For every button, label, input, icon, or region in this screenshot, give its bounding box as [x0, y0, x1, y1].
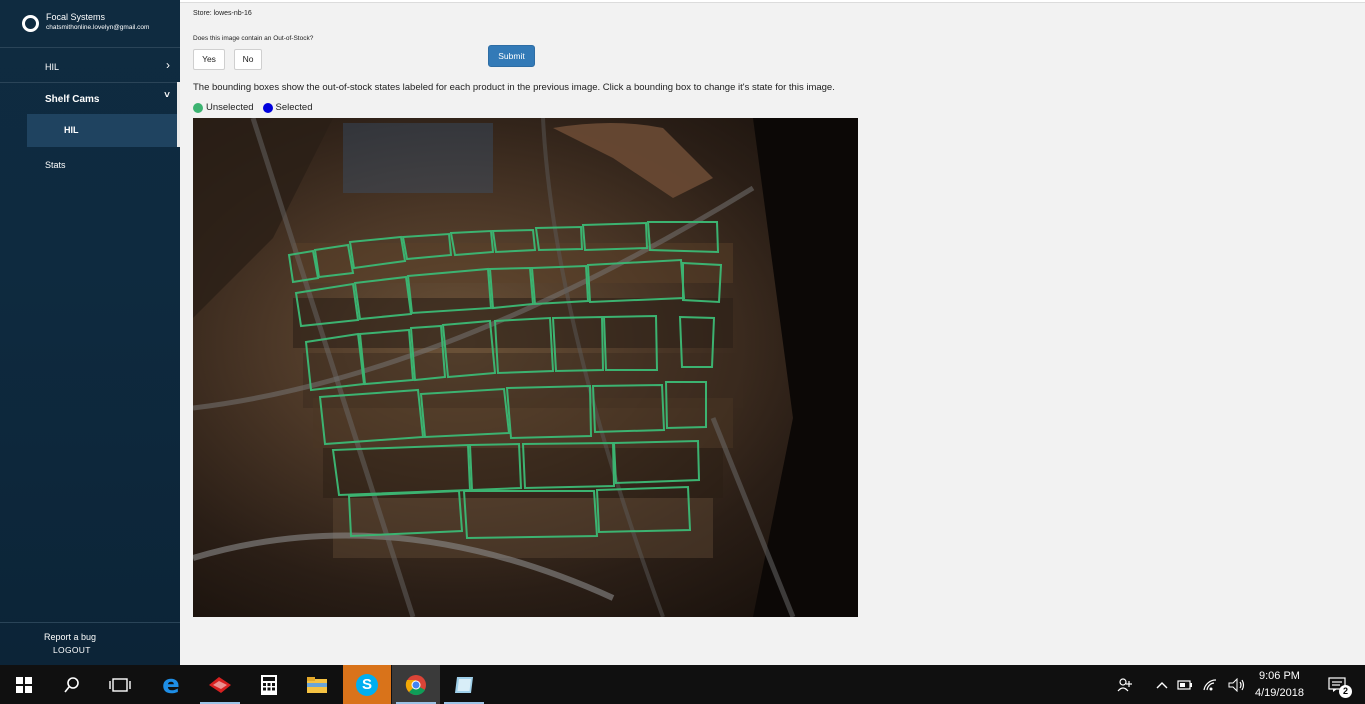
notification-icon[interactable]: 2: [1317, 665, 1357, 704]
shelf-image-canvas: [193, 118, 858, 617]
wifi-icon[interactable]: [1199, 665, 1221, 704]
task-view-icon[interactable]: [96, 665, 144, 704]
no-button[interactable]: No: [234, 49, 262, 70]
logout-link[interactable]: LOGOUT: [53, 645, 91, 655]
taskbar: e S 9:06 PM 4/19/2018 2: [0, 665, 1365, 704]
brand-name: Focal Systems: [46, 12, 106, 22]
sidebar-item-stats[interactable]: Stats: [0, 159, 180, 179]
notification-count: 2: [1339, 685, 1352, 698]
edge-icon[interactable]: e: [147, 665, 195, 704]
focal-logo-icon: [22, 15, 39, 32]
legend-selected-label: Selected: [275, 102, 313, 113]
sidebar-item-hil[interactable]: HIL ›: [0, 57, 180, 77]
sidebar-item-label: HIL: [64, 125, 79, 135]
legend: Unselected Selected: [193, 102, 313, 113]
chrome-icon[interactable]: [392, 665, 440, 704]
sidebar-subitem-hil[interactable]: HIL: [27, 114, 177, 147]
sidebar-item-shelf-cams[interactable]: Shelf Cams ˅: [0, 90, 180, 110]
shelf-image: [193, 118, 858, 617]
selected-dot-icon: [262, 102, 273, 113]
chevron-down-icon: ˅: [164, 90, 170, 101]
brand: Focal Systems chatsmithonline.lovelyn@gm…: [22, 12, 149, 32]
yes-button[interactable]: Yes: [193, 49, 225, 70]
question-label: Does this image contain an Out-of-Stock?: [193, 35, 314, 42]
sidebar-item-label: Shelf Cams: [45, 94, 100, 105]
report-bug-link[interactable]: Report a bug: [44, 632, 96, 642]
skype-icon[interactable]: S: [343, 665, 391, 704]
people-icon[interactable]: [1105, 665, 1145, 704]
clock-time[interactable]: 9:06 PM: [1259, 670, 1300, 682]
chevron-up-icon[interactable]: [1150, 665, 1174, 704]
windows-start-icon[interactable]: [0, 665, 48, 704]
clock-date[interactable]: 4/19/2018: [1255, 687, 1304, 699]
sidebar-item-label: HIL: [45, 62, 60, 72]
file-explorer-icon[interactable]: [293, 665, 341, 704]
submit-button[interactable]: Submit: [488, 45, 535, 67]
unselected-dot-icon: [193, 102, 203, 113]
sidebar-divider: [0, 47, 180, 48]
chevron-right-icon: ›: [166, 58, 170, 72]
instructions-text: The bounding boxes show the out-of-stock…: [193, 82, 835, 93]
calculator-icon[interactable]: [245, 665, 293, 704]
volume-icon[interactable]: [1225, 665, 1249, 704]
user-email: chatsmithonline.lovelyn@gmail.com: [46, 24, 150, 31]
notepad-icon[interactable]: [440, 665, 488, 704]
sidebar-footer: Report a bug LOGOUT: [0, 622, 180, 665]
top-strip: [180, 0, 1365, 3]
search-icon[interactable]: [48, 665, 96, 704]
active-indicator: [177, 82, 180, 147]
sidebar-item-label: Stats: [45, 160, 66, 170]
app-red-icon[interactable]: [196, 665, 244, 704]
legend-unselected-label: Unselected: [206, 102, 254, 113]
sidebar: Focal Systems chatsmithonline.lovelyn@gm…: [0, 0, 180, 665]
sidebar-divider: [0, 82, 180, 83]
battery-icon[interactable]: [1174, 665, 1196, 704]
store-label: Store: lowes-nb-16: [193, 10, 252, 17]
